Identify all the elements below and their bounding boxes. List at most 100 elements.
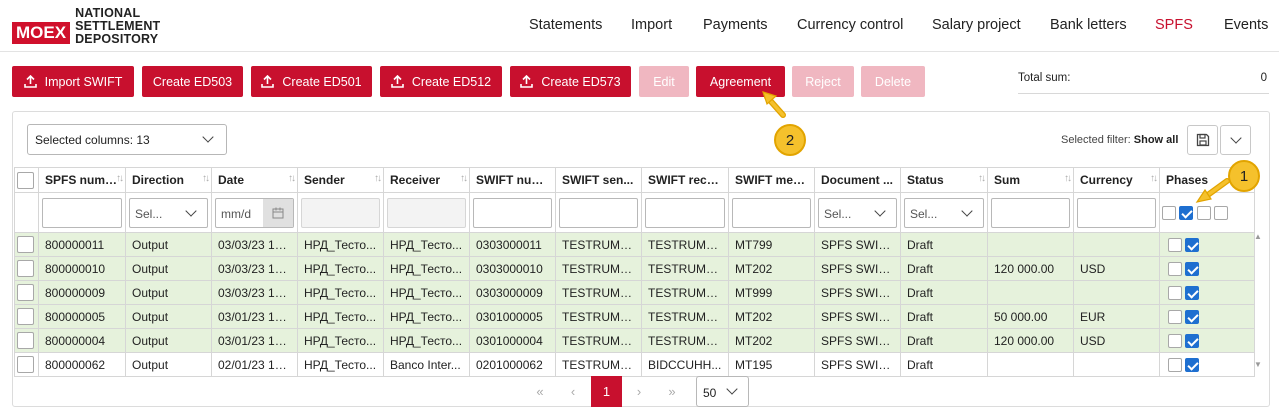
calendar-icon[interactable] xyxy=(263,198,293,227)
create-ed501-button[interactable]: Create ED501 xyxy=(251,66,372,97)
page-size-select[interactable]: 50 xyxy=(696,376,749,407)
document-filter[interactable]: Sel... xyxy=(818,197,897,228)
status-filter[interactable]: Sel... xyxy=(904,197,984,228)
phase-filter-checkbox[interactable] xyxy=(1179,205,1194,220)
sort-icon[interactable]: ↑↓ xyxy=(202,173,210,184)
phase-checkbox[interactable] xyxy=(1168,261,1182,276)
sort-icon[interactable]: ↑↓ xyxy=(116,173,124,184)
table-scrollbar[interactable]: ▲ ▼ xyxy=(1252,232,1264,374)
sort-icon[interactable]: ↑↓ xyxy=(978,173,986,184)
filter-options-button[interactable] xyxy=(1220,125,1251,155)
row-select-checkbox[interactable] xyxy=(17,236,34,253)
row-select-checkbox[interactable] xyxy=(17,332,34,349)
phase-checkbox[interactable] xyxy=(1185,261,1200,276)
currency-filter[interactable] xyxy=(1077,197,1156,228)
phase-checkbox[interactable] xyxy=(1168,285,1182,300)
swift-message-filter[interactable] xyxy=(732,197,811,228)
sort-icon[interactable]: ↑↓ xyxy=(374,173,382,184)
sort-icon[interactable]: ↑↓ xyxy=(1064,173,1072,184)
create-ed503-button[interactable]: Create ED503 xyxy=(142,66,243,97)
sort-icon[interactable]: ↑↓ xyxy=(1150,173,1158,184)
status-cell: Draft xyxy=(900,280,988,305)
column-header[interactable]: Sender ↑↓ xyxy=(297,167,384,193)
prev-page-button[interactable]: ‹ xyxy=(558,376,588,407)
save-filter-button[interactable] xyxy=(1187,125,1218,155)
column-title: SWIFT mes... xyxy=(735,173,810,187)
column-header[interactable]: SWIFT rece... xyxy=(641,167,729,193)
delete-button[interactable]: Delete xyxy=(861,66,925,97)
column-header[interactable]: Receiver ↑↓ xyxy=(383,167,470,193)
table-row[interactable]: 800000005 Output 03/01/23 16... НРД_Тесто..… xyxy=(14,304,1255,329)
phase-filter-checkbox[interactable] xyxy=(1196,205,1211,220)
column-header[interactable]: Sum ↑↓ xyxy=(987,167,1074,193)
scroll-down-arrow[interactable]: ▼ xyxy=(1254,360,1262,369)
sort-icon[interactable]: ↑↓ xyxy=(460,173,468,184)
direction-cell: Output xyxy=(125,352,212,377)
phase-checkbox[interactable] xyxy=(1168,333,1182,348)
phase-checkbox[interactable] xyxy=(1185,237,1200,252)
edit-button[interactable]: Edit xyxy=(639,66,689,97)
moex-logo[interactable]: MOEX NATIONAL SETTLEMENT DEPOSITORY xyxy=(12,6,160,46)
currency-cell: USD xyxy=(1073,328,1160,353)
create-ed512-button[interactable]: Create ED512 xyxy=(380,66,502,97)
phase-checkbox[interactable] xyxy=(1168,357,1182,372)
nav-currency-control[interactable]: Currency control xyxy=(797,17,903,33)
column-header[interactable]: Date ↑↓ xyxy=(211,167,298,193)
create-ed573-button[interactable]: Create ED573 xyxy=(510,66,631,97)
filter-row: Sel... mm/d Sel... Sel... xyxy=(14,192,1255,233)
chevron-down-icon xyxy=(1229,132,1242,144)
phase-checkbox[interactable] xyxy=(1168,237,1182,252)
last-page-button[interactable]: » xyxy=(657,376,687,407)
swift-number-filter[interactable] xyxy=(473,197,552,228)
selected-columns-dropdown[interactable]: Selected columns: 13 xyxy=(27,124,227,155)
swift-receiver-filter[interactable] xyxy=(645,197,725,228)
nav-statements[interactable]: Statements xyxy=(529,17,602,33)
sum-cell xyxy=(987,352,1074,377)
phase-checkbox[interactable] xyxy=(1185,333,1200,348)
direction-filter[interactable]: Sel... xyxy=(129,197,208,228)
swift-sender-filter[interactable] xyxy=(559,197,638,228)
date-filter[interactable]: mm/d xyxy=(215,197,294,228)
sort-icon[interactable]: ↑↓ xyxy=(288,173,296,184)
phases-cell xyxy=(1159,352,1255,377)
column-header[interactable]: Status ↑↓ xyxy=(900,167,988,193)
column-header[interactable]: SWIFT mes... xyxy=(728,167,815,193)
first-page-button[interactable]: « xyxy=(525,376,555,407)
phase-filter-checkbox[interactable] xyxy=(1162,205,1176,220)
reject-button[interactable]: Reject xyxy=(792,66,854,97)
nav-salary-project[interactable]: Salary project xyxy=(932,17,1021,33)
spfs-number-filter[interactable] xyxy=(42,197,122,228)
import-swift-button[interactable]: Import SWIFT xyxy=(12,66,134,97)
table-row[interactable]: 800000010 Output 03/03/23 12... НРД_Тесто..… xyxy=(14,256,1255,281)
nav-spfs[interactable]: SPFS xyxy=(1155,17,1193,33)
column-header[interactable]: Currency ↑↓ xyxy=(1073,167,1160,193)
select-all-checkbox[interactable] xyxy=(17,171,34,189)
table-row[interactable]: 800000011 Output 03/03/23 12... НРД_Тесто..… xyxy=(14,232,1255,257)
row-select-checkbox[interactable] xyxy=(17,308,34,325)
column-header[interactable]: SWIFT num... xyxy=(469,167,556,193)
table-row[interactable]: 800000009 Output 03/03/23 12... НРД_Тесто..… xyxy=(14,280,1255,305)
column-header[interactable]: Direction ↑↓ xyxy=(125,167,212,193)
row-select-checkbox[interactable] xyxy=(17,356,34,373)
next-page-button[interactable]: › xyxy=(624,376,654,407)
phase-checkbox[interactable] xyxy=(1185,285,1200,300)
row-select-checkbox[interactable] xyxy=(17,284,34,301)
phase-checkbox[interactable] xyxy=(1168,309,1182,324)
table-row[interactable]: 800000004 Output 03/01/23 16... НРД_Тесто..… xyxy=(14,328,1255,353)
scroll-up-arrow[interactable]: ▲ xyxy=(1254,232,1262,241)
phase-checkbox[interactable] xyxy=(1185,309,1200,324)
nav-bank-letters[interactable]: Bank letters xyxy=(1050,17,1127,33)
column-header[interactable]: SWIFT sen... xyxy=(555,167,642,193)
nav-payments[interactable]: Payments xyxy=(703,17,767,33)
row-select-checkbox[interactable] xyxy=(17,260,34,277)
column-header[interactable]: Document ... xyxy=(814,167,901,193)
phase-filter-checkbox[interactable] xyxy=(1214,205,1229,220)
phase-checkbox[interactable] xyxy=(1185,357,1200,372)
table-row[interactable]: 800000062 Output 02/01/23 12... НРД_Тесто..… xyxy=(14,352,1255,377)
column-header[interactable]: SPFS number ↑↓ xyxy=(38,167,126,193)
upload-icon xyxy=(391,75,404,88)
nav-import[interactable]: Import xyxy=(631,17,672,33)
sum-filter[interactable] xyxy=(991,197,1070,228)
current-page-button[interactable]: 1 xyxy=(591,376,622,407)
nav-events[interactable]: Events xyxy=(1224,17,1268,33)
